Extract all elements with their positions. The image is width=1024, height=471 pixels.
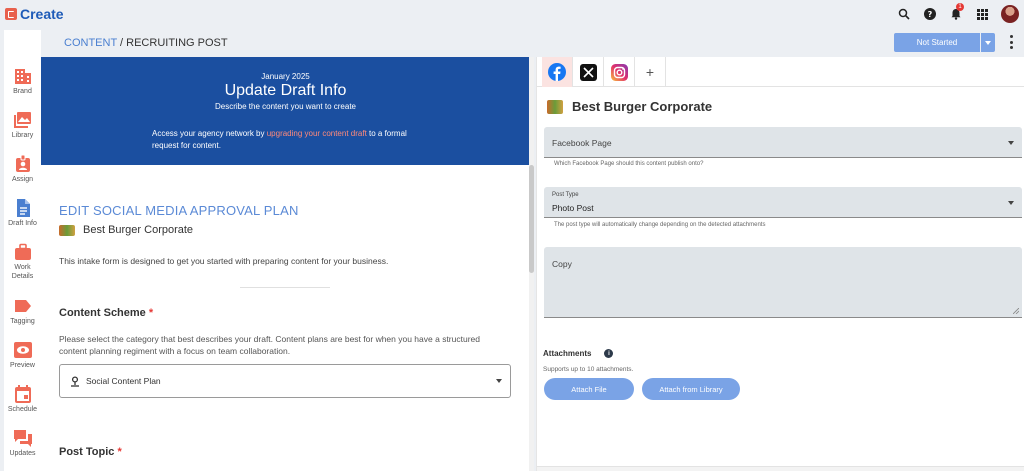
create-logo-icon (5, 8, 17, 20)
status-button[interactable]: Not Started (894, 33, 980, 52)
svg-text:?: ? (928, 10, 933, 19)
breadcrumb: CONTENT / RECRUITING POST (64, 37, 228, 49)
chevron-down-icon (1008, 141, 1014, 145)
divider (240, 287, 330, 288)
top-bar: Create ? 1 (0, 0, 1024, 28)
copy-textarea[interactable]: Copy (544, 247, 1022, 318)
post-type-hint: The post type will automatically change … (554, 222, 766, 228)
image-library-icon (13, 112, 31, 128)
chevron-down-icon (985, 40, 991, 45)
sidebar-item-assign[interactable]: Assign (4, 154, 41, 184)
social-brand-name: Best Burger Corporate (572, 99, 713, 114)
building-icon (14, 69, 31, 84)
brand-name: Best Burger Corporate (83, 224, 194, 236)
hero-date: January 2025 (261, 72, 310, 81)
brand-logo (59, 224, 75, 236)
social-brand-row: Best Burger Corporate (547, 99, 712, 114)
eye-icon (13, 342, 32, 358)
sidebar-item-draft-info[interactable]: Draft Info (4, 198, 41, 228)
brand-logo (547, 99, 563, 114)
content-scheme-label: Content Scheme * (59, 307, 154, 319)
page-title: Update Draft Info (224, 82, 347, 99)
chevron-down-icon (496, 379, 502, 383)
apps-grid-icon[interactable] (969, 0, 995, 28)
attachments-title: Attachments i (543, 349, 614, 358)
content-scheme-description: Please select the category that best des… (59, 334, 480, 356)
sidebar-item-library[interactable]: Library (4, 110, 41, 140)
breadcrumb-section-link[interactable]: CONTENT (64, 37, 117, 49)
tab-add[interactable]: + (635, 57, 666, 87)
hero-note: Access your agency network by upgrading … (152, 129, 407, 150)
briefcase-icon (14, 243, 31, 260)
tab-facebook[interactable] (542, 57, 573, 87)
sidebar-item-schedule[interactable]: Schedule (4, 384, 41, 414)
social-preview-pane: + Best Burger Corporate Facebook Page Wh… (536, 57, 1024, 471)
scrollbar-thumb[interactable] (529, 165, 534, 273)
attachments-subtitle: Supports up to 10 attachments. (543, 366, 634, 373)
status-dropdown: Not Started (894, 33, 995, 52)
upgrade-draft-link[interactable]: upgrading your content draft (267, 129, 367, 138)
tag-icon (14, 300, 31, 312)
hero-banner: January 2025 Update Draft Info Describe … (41, 57, 530, 165)
social-tabs: + (537, 57, 1024, 87)
facebook-icon (548, 63, 566, 81)
instagram-icon (610, 63, 628, 81)
plus-icon: + (645, 64, 655, 80)
sidebar-item-brand[interactable]: Brand (4, 66, 41, 96)
copy-label: Copy (552, 259, 572, 269)
post-type-select[interactable]: Post Type Photo Post (544, 187, 1022, 218)
more-options-icon[interactable] (1006, 34, 1016, 50)
status-caret-button[interactable] (981, 33, 995, 52)
facebook-page-label: Facebook Page (552, 138, 612, 148)
document-icon (16, 199, 30, 217)
calendar-icon (14, 385, 31, 403)
content-scheme-select[interactable]: Social Content Plan (59, 364, 511, 398)
sidebar-item-preview[interactable]: Preview (4, 340, 41, 370)
attach-from-library-button[interactable]: Attach from Library (642, 378, 740, 400)
user-avatar[interactable] (1001, 5, 1019, 23)
assign-badge-icon (15, 154, 30, 172)
bell-icon[interactable]: 1 (943, 0, 969, 28)
brand-row: Best Burger Corporate (59, 224, 193, 236)
section-title: EDIT SOCIAL MEDIA APPROVAL PLAN (59, 203, 299, 218)
intro-text: This intake form is designed to get you … (59, 256, 389, 266)
left-sidebar: Brand Library Assign Draft Info Work Det… (4, 30, 41, 471)
post-type-value: Photo Post (552, 203, 594, 213)
sidebar-item-updates[interactable]: Updates (4, 428, 41, 458)
help-icon[interactable]: ? (917, 0, 943, 28)
pane-footer-divider (537, 466, 1024, 471)
app-name: Create (20, 6, 64, 22)
chat-icon (13, 430, 32, 447)
sidebar-item-tagging[interactable]: Tagging (4, 296, 41, 326)
content-scheme-value: Social Content Plan (86, 376, 161, 386)
breadcrumb-page: RECRUITING POST (126, 37, 228, 49)
resize-handle-icon[interactable] (1013, 308, 1019, 314)
sidebar-item-work-details[interactable]: Work Details (4, 242, 41, 281)
left-pane-scrollbar[interactable] (529, 57, 534, 471)
attach-file-button[interactable]: Attach File (544, 378, 634, 400)
app-logo[interactable]: Create (5, 6, 64, 22)
post-type-label: Post Type (552, 192, 579, 198)
breadcrumb-separator: / (120, 37, 124, 49)
search-icon[interactable] (891, 0, 917, 28)
post-topic-label: Post Topic * (59, 446, 122, 458)
facebook-page-select[interactable]: Facebook Page (544, 127, 1022, 158)
draft-form-pane: January 2025 Update Draft Info Describe … (41, 57, 530, 471)
tab-instagram[interactable] (604, 57, 635, 87)
location-pin-icon (71, 375, 79, 387)
tab-x[interactable] (573, 57, 604, 87)
notification-badge: 1 (956, 3, 964, 11)
x-icon (579, 63, 597, 81)
hero-subtitle: Describe the content you want to create (215, 102, 356, 111)
facebook-page-hint: Which Facebook Page should this content … (554, 161, 704, 167)
chevron-down-icon (1008, 201, 1014, 205)
info-icon[interactable]: i (604, 349, 614, 358)
